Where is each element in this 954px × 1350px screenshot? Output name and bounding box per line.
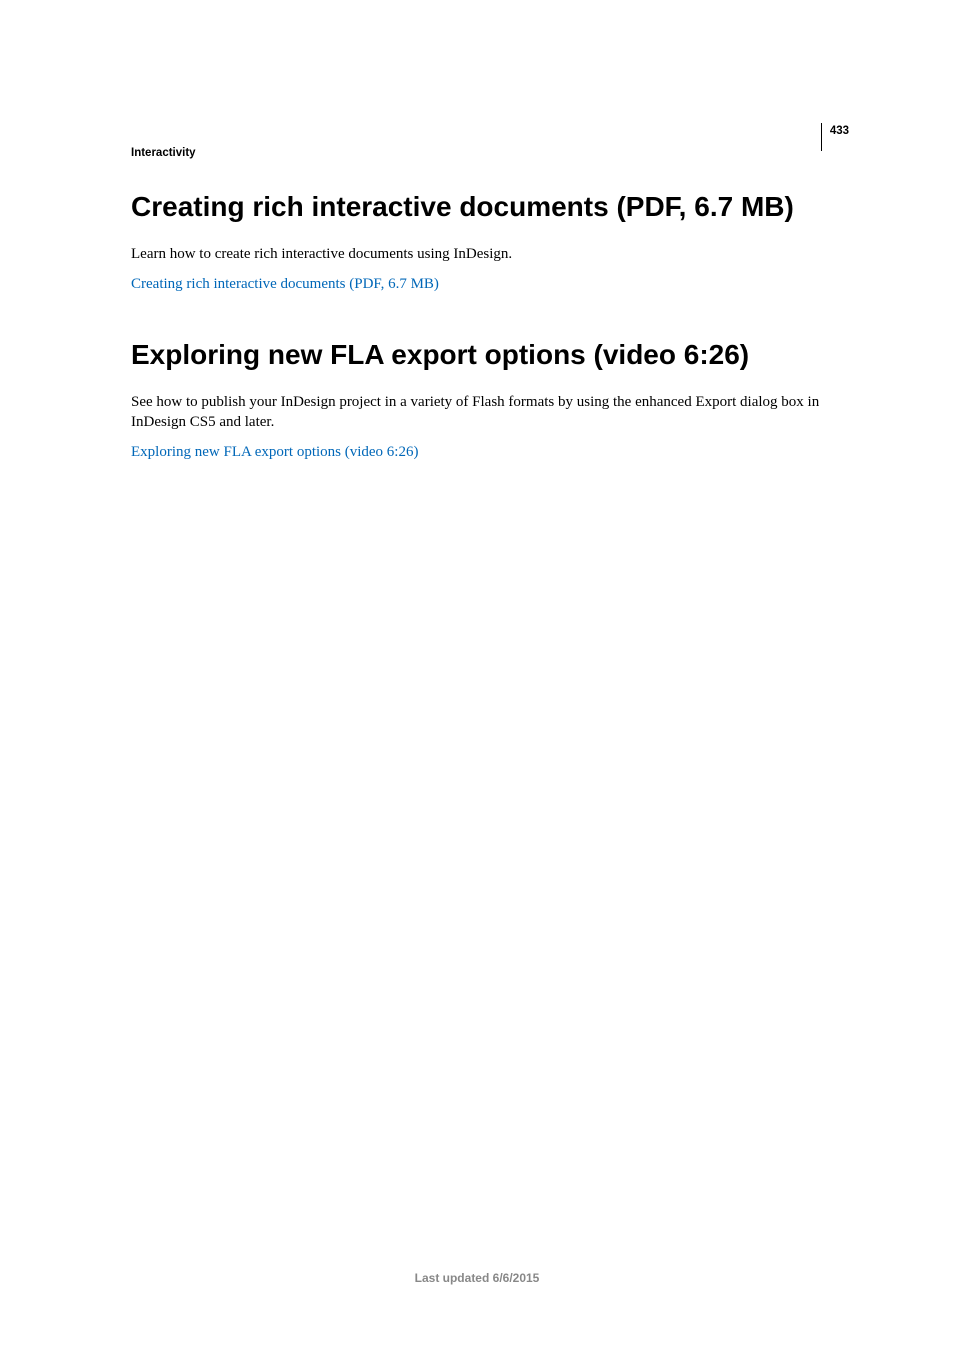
chapter-label: Interactivity [131, 147, 196, 159]
link-creating-rich-interactive-documents[interactable]: Creating rich interactive documents (PDF… [131, 276, 439, 292]
heading-exploring-new-fla-export-options: Exploring new FLA export options (video … [131, 338, 823, 372]
footer-last-updated: Last updated 6/6/2015 [0, 1271, 954, 1285]
page-number: 433 [821, 123, 849, 151]
page-content: Creating rich interactive documents (PDF… [131, 190, 823, 472]
document-page: 433 Interactivity Creating rich interact… [0, 0, 954, 1350]
body-text: See how to publish your InDesign project… [131, 392, 823, 433]
body-text: Learn how to create rich interactive doc… [131, 244, 823, 264]
link-exploring-new-fla-export-options[interactable]: Exploring new FLA export options (video … [131, 444, 418, 460]
heading-creating-rich-interactive-documents: Creating rich interactive documents (PDF… [131, 190, 823, 224]
